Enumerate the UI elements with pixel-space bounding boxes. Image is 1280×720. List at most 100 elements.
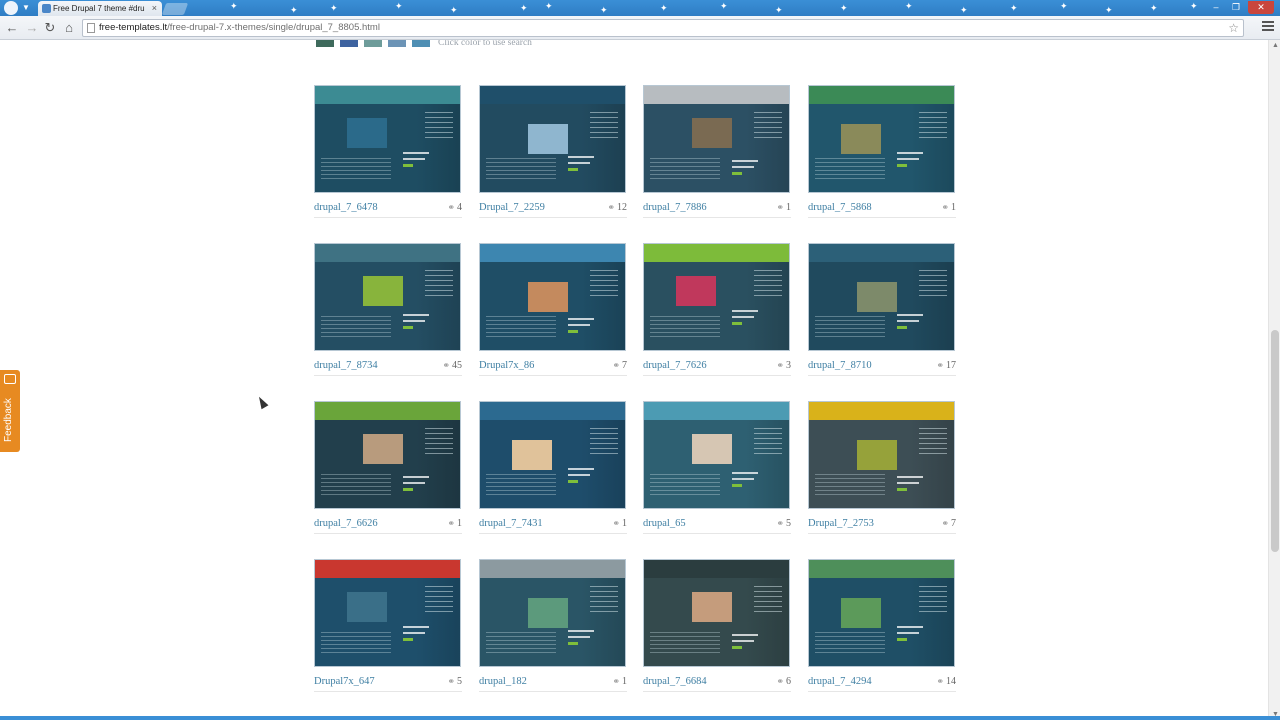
forward-arrow-icon[interactable]: → xyxy=(24,20,40,36)
link-count: ⚭ 1 xyxy=(776,202,791,213)
template-caption: Drupal_7_2259 ⚭ 12 xyxy=(479,202,627,218)
template-name-link[interactable]: drupal_7_6626 xyxy=(314,518,378,529)
star-decoration-icon: ✦ xyxy=(330,3,338,13)
home-icon[interactable]: ⌂ xyxy=(61,20,77,36)
template-name-link[interactable]: Drupal_7_2259 xyxy=(479,202,545,213)
template-caption: drupal_7_5868 ⚭ 1 xyxy=(808,202,956,218)
template-name-link[interactable]: drupal_7_6478 xyxy=(314,202,378,213)
reload-icon[interactable]: ↻ xyxy=(42,20,58,36)
template-card: drupal_7_8710 ⚭ 17 xyxy=(808,243,956,383)
scroll-up-icon[interactable]: ▲ xyxy=(1272,42,1279,49)
address-bar[interactable]: free-templates.lt/free-drupal-7.x-themes… xyxy=(82,19,1244,37)
feedback-tab[interactable]: Feedback xyxy=(0,370,20,452)
star-decoration-icon: ✦ xyxy=(840,3,848,13)
template-thumbnail[interactable] xyxy=(808,401,955,509)
link-icon: ⚭ xyxy=(447,202,455,212)
link-icon: ⚭ xyxy=(612,518,620,528)
browser-logo-icon[interactable] xyxy=(4,1,18,15)
star-decoration-icon: ✦ xyxy=(230,1,238,11)
page-icon xyxy=(87,23,95,33)
color-swatch[interactable] xyxy=(364,40,382,47)
template-thumbnail[interactable] xyxy=(314,85,461,193)
page-scrollbar[interactable]: ▲ ▼ xyxy=(1268,40,1280,720)
template-name-link[interactable]: Drupal7x_86 xyxy=(479,360,534,371)
link-count-value: 1 xyxy=(457,518,462,529)
template-thumbnail[interactable] xyxy=(314,401,461,509)
template-name-link[interactable]: drupal_7_7886 xyxy=(643,202,707,213)
template-name-link[interactable]: drupal_7_7431 xyxy=(479,518,543,529)
star-decoration-icon: ✦ xyxy=(600,5,608,15)
color-swatch[interactable] xyxy=(412,40,430,47)
template-name-link[interactable]: drupal_7_4294 xyxy=(808,676,872,687)
mouse-cursor xyxy=(255,394,269,410)
link-count: ⚭ 14 xyxy=(936,676,956,687)
template-caption: Drupal_7_2753 ⚭ 7 xyxy=(808,518,956,534)
template-name-link[interactable]: drupal_7_6684 xyxy=(643,676,707,687)
tab-close-icon[interactable]: × xyxy=(152,3,157,13)
template-caption: drupal_7_8710 ⚭ 17 xyxy=(808,360,956,376)
link-icon: ⚭ xyxy=(776,202,784,212)
template-thumbnail[interactable] xyxy=(479,243,626,351)
template-name-link[interactable]: drupal_182 xyxy=(479,676,527,687)
template-name-link[interactable]: drupal_7_8710 xyxy=(808,360,872,371)
maximize-button[interactable]: ❐ xyxy=(1228,1,1244,14)
template-thumbnail[interactable] xyxy=(643,85,790,193)
link-icon: ⚭ xyxy=(612,676,620,686)
template-caption: Drupal7x_647 ⚭ 5 xyxy=(314,676,462,692)
menu-icon[interactable] xyxy=(1262,21,1274,35)
template-name-link[interactable]: drupal_65 xyxy=(643,518,686,529)
browser-tab[interactable]: Free Drupal 7 theme #dru × xyxy=(38,1,162,16)
template-caption: drupal_65 ⚭ 5 xyxy=(643,518,791,534)
minimize-button[interactable]: – xyxy=(1208,1,1224,14)
template-card: drupal_7_7626 ⚭ 3 xyxy=(643,243,791,383)
link-count-value: 5 xyxy=(786,518,791,529)
color-swatch[interactable] xyxy=(388,40,406,47)
template-caption: drupal_7_8734 ⚭ 45 xyxy=(314,360,462,376)
template-thumbnail[interactable] xyxy=(643,559,790,667)
template-name-link[interactable]: Drupal7x_647 xyxy=(314,676,375,687)
template-thumbnail[interactable] xyxy=(479,85,626,193)
link-count-value: 6 xyxy=(786,676,791,687)
template-thumbnail[interactable] xyxy=(314,243,461,351)
link-count: ⚭ 5 xyxy=(447,676,462,687)
template-thumbnail[interactable] xyxy=(808,243,955,351)
window-close-button[interactable]: ✕ xyxy=(1248,1,1274,14)
link-count: ⚭ 1 xyxy=(941,202,956,213)
template-thumbnail[interactable] xyxy=(643,401,790,509)
color-swatch[interactable] xyxy=(340,40,358,47)
star-decoration-icon: ✦ xyxy=(960,5,968,15)
link-icon: ⚭ xyxy=(607,202,615,212)
template-thumbnail[interactable] xyxy=(479,559,626,667)
star-decoration-icon: ✦ xyxy=(1060,1,1068,11)
template-card: drupal_182 ⚭ 1 xyxy=(479,559,627,699)
bookmark-star-icon[interactable]: ☆ xyxy=(1228,20,1239,36)
link-count-value: 17 xyxy=(946,360,956,371)
new-tab-button[interactable] xyxy=(161,3,189,15)
link-icon: ⚭ xyxy=(776,360,784,370)
link-count: ⚭ 7 xyxy=(941,518,956,529)
template-thumbnail[interactable] xyxy=(643,243,790,351)
template-thumbnail[interactable] xyxy=(808,559,955,667)
star-decoration-icon: ✦ xyxy=(290,5,298,15)
star-decoration-icon: ✦ xyxy=(775,5,783,15)
link-icon: ⚭ xyxy=(941,518,949,528)
template-name-link[interactable]: drupal_7_5868 xyxy=(808,202,872,213)
link-count: ⚭ 12 xyxy=(607,202,627,213)
link-icon: ⚭ xyxy=(442,360,450,370)
template-name-link[interactable]: drupal_7_7626 xyxy=(643,360,707,371)
star-decoration-icon: ✦ xyxy=(1190,1,1198,11)
template-card: drupal_7_4294 ⚭ 14 xyxy=(808,559,956,699)
template-name-link[interactable]: Drupal_7_2753 xyxy=(808,518,874,529)
scrollbar-thumb[interactable] xyxy=(1271,330,1279,552)
page-content: Click color to use search drupal_7_6478 ⚭… xyxy=(0,40,1268,720)
template-thumbnail[interactable] xyxy=(808,85,955,193)
template-card: drupal_7_7431 ⚭ 1 xyxy=(479,401,627,541)
template-thumbnail[interactable] xyxy=(314,559,461,667)
link-count-value: 7 xyxy=(951,518,956,529)
back-arrow-icon[interactable]: ← xyxy=(4,20,20,36)
template-name-link[interactable]: drupal_7_8734 xyxy=(314,360,378,371)
star-decoration-icon: ✦ xyxy=(1105,5,1113,15)
template-thumbnail[interactable] xyxy=(479,401,626,509)
star-decoration-icon: ✦ xyxy=(545,1,553,11)
color-swatch[interactable] xyxy=(316,40,334,47)
